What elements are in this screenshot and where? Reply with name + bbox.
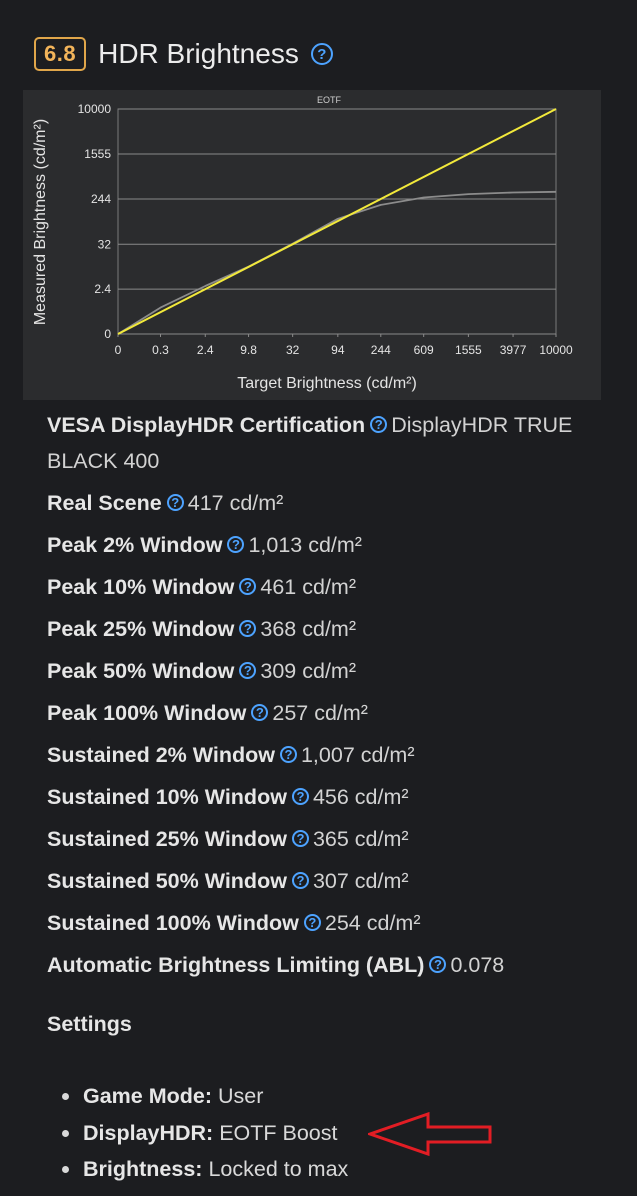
metric-row: Real Scene? 417 cd/m²	[47, 482, 607, 524]
x-tick-label: 2.4	[197, 343, 214, 357]
settings-item-value: EOTF Boost	[219, 1120, 338, 1145]
y-tick-label: 244	[91, 192, 111, 206]
y-tick-label: 32	[98, 237, 112, 251]
x-tick-label: 0.3	[152, 343, 169, 357]
metric-label: Sustained 50% Window	[47, 869, 287, 893]
metric-value: 365 cd/m²	[312, 827, 409, 851]
x-tick-label: 0	[115, 343, 122, 357]
settings-item-value: User	[218, 1084, 264, 1108]
settings-item-label: Game Mode:	[83, 1084, 213, 1108]
metric-row: Sustained 100% Window? 254 cd/m²	[47, 902, 607, 944]
question-circle-icon[interactable]: ?	[291, 829, 309, 847]
metric-row: Peak 2% Window? 1,013 cd/m²	[47, 524, 607, 566]
metric-value: 0.078	[450, 953, 505, 977]
metric-value: 1,007 cd/m²	[300, 743, 415, 767]
question-circle-icon[interactable]: ?	[291, 787, 309, 805]
settings-item-value: Locked to max	[208, 1157, 349, 1181]
chart-title: EOTF	[317, 95, 342, 105]
y-tick-label: 0	[104, 327, 111, 341]
metric-value: 307 cd/m²	[312, 869, 409, 893]
question-circle-icon[interactable]: ?	[166, 493, 184, 511]
metric-row: Sustained 50% Window? 307 cd/m²	[47, 860, 607, 902]
metric-value: 417 cd/m²	[187, 491, 284, 515]
annotation-arrow	[368, 1112, 492, 1157]
settings-item-label: Brightness:	[83, 1157, 203, 1181]
metric-value: 309 cd/m²	[260, 659, 356, 683]
metric-row: Peak 50% Window? 309 cd/m²	[47, 650, 607, 692]
metric-value: 257 cd/m²	[272, 701, 368, 725]
eotf-chart: 0 2.4 32 244 1555 10000 0 0.3 2.4 9.8 32 94 244 609 15…	[23, 90, 601, 400]
settings-item: Brightness: Locked to max	[47, 1151, 348, 1188]
x-tick-label: 609	[414, 343, 434, 357]
x-tick-label: 9.8	[240, 343, 257, 357]
metric-value: 461 cd/m²	[260, 575, 356, 599]
metric-row: Peak 25% Window? 368 cd/m²	[47, 608, 607, 650]
question-circle-icon[interactable]: ?	[429, 955, 447, 973]
question-circle-icon[interactable]: ?	[370, 415, 388, 433]
x-tick-label: 94	[331, 343, 345, 357]
question-circle-icon[interactable]: ?	[239, 577, 257, 595]
metric-label: Automatic Brightness Limiting (ABL)	[47, 953, 425, 977]
metric-label: VESA DisplayHDR Certification	[47, 413, 366, 437]
x-tick-label: 10000	[539, 343, 573, 357]
metric-label: Peak 100% Window	[47, 701, 247, 725]
x-tick-label: 3977	[500, 343, 527, 357]
metric-label: Peak 25% Window	[47, 617, 235, 641]
question-circle-icon[interactable]: ?	[227, 535, 245, 553]
metric-label: Sustained 100% Window	[47, 911, 299, 935]
metric-row: Sustained 2% Window? 1,007 cd/m²	[47, 734, 607, 776]
x-tick-label: 244	[371, 343, 391, 357]
y-axis-label: Measured Brightness (cd/m²)	[32, 119, 49, 325]
y-tick-label: 10000	[78, 102, 112, 116]
settings-item: DisplayHDR: EOTF Boost	[47, 1115, 348, 1152]
x-tick-label: 1555	[455, 343, 482, 357]
section-title: HDR Brightness	[98, 38, 299, 69]
metric-value: 456 cd/m²	[312, 785, 409, 809]
metric-label: Peak 50% Window	[47, 659, 235, 683]
metric-row: Peak 100% Window? 257 cd/m²	[47, 692, 607, 734]
y-tick-label: 1555	[84, 147, 111, 161]
metric-value: 1,013 cd/m²	[248, 533, 362, 557]
section-header: 6.8 HDR Brightness ?	[34, 36, 337, 72]
question-circle-icon[interactable]: ?	[279, 745, 297, 763]
metric-label: Peak 2% Window	[47, 533, 223, 557]
metric-value: 368 cd/m²	[260, 617, 356, 641]
question-circle-icon[interactable]: ?	[239, 661, 257, 679]
question-circle-icon[interactable]: ?	[303, 913, 321, 931]
metric-row: Sustained 10% Window? 456 cd/m²	[47, 776, 607, 818]
metric-label: Sustained 25% Window	[47, 827, 287, 851]
question-circle-icon[interactable]: ?	[310, 43, 333, 65]
settings-item: Game Mode: User	[47, 1078, 348, 1115]
metric-label: Sustained 10% Window	[47, 785, 287, 809]
question-circle-icon[interactable]: ?	[239, 619, 257, 637]
x-axis-label: Target Brightness (cd/m²)	[237, 375, 417, 392]
metric-row: Automatic Brightness Limiting (ABL)? 0.07…	[47, 944, 607, 986]
x-tick-label: 32	[286, 343, 300, 357]
metric-row: Peak 10% Window? 461 cd/m²	[47, 566, 607, 608]
metric-row: Sustained 25% Window? 365 cd/m²	[47, 818, 607, 860]
settings-list: Game Mode: User DisplayHDR: EOTF Boost Bri…	[47, 1078, 348, 1188]
metric-label: Sustained 2% Window	[47, 743, 275, 767]
score-badge: 6.8	[34, 37, 87, 71]
question-circle-icon[interactable]: ?	[291, 871, 309, 889]
metric-value: 254 cd/m²	[324, 911, 421, 935]
eotf-chart-svg: 0 2.4 32 244 1555 10000 0 0.3 2.4 9.8 32 94 244 609 15…	[32, 95, 573, 392]
metric-label: Real Scene	[47, 491, 162, 515]
settings-heading: Settings	[47, 1012, 132, 1036]
settings-item-label: DisplayHDR:	[83, 1120, 214, 1145]
metrics-list: VESA DisplayHDR Certification? DisplayHDR…	[47, 406, 607, 986]
metric-row: VESA DisplayHDR Certification? DisplayHDR…	[47, 406, 607, 479]
y-tick-label: 2.4	[94, 282, 111, 296]
question-circle-icon[interactable]: ?	[251, 703, 269, 721]
metric-label: Peak 10% Window	[47, 575, 235, 599]
